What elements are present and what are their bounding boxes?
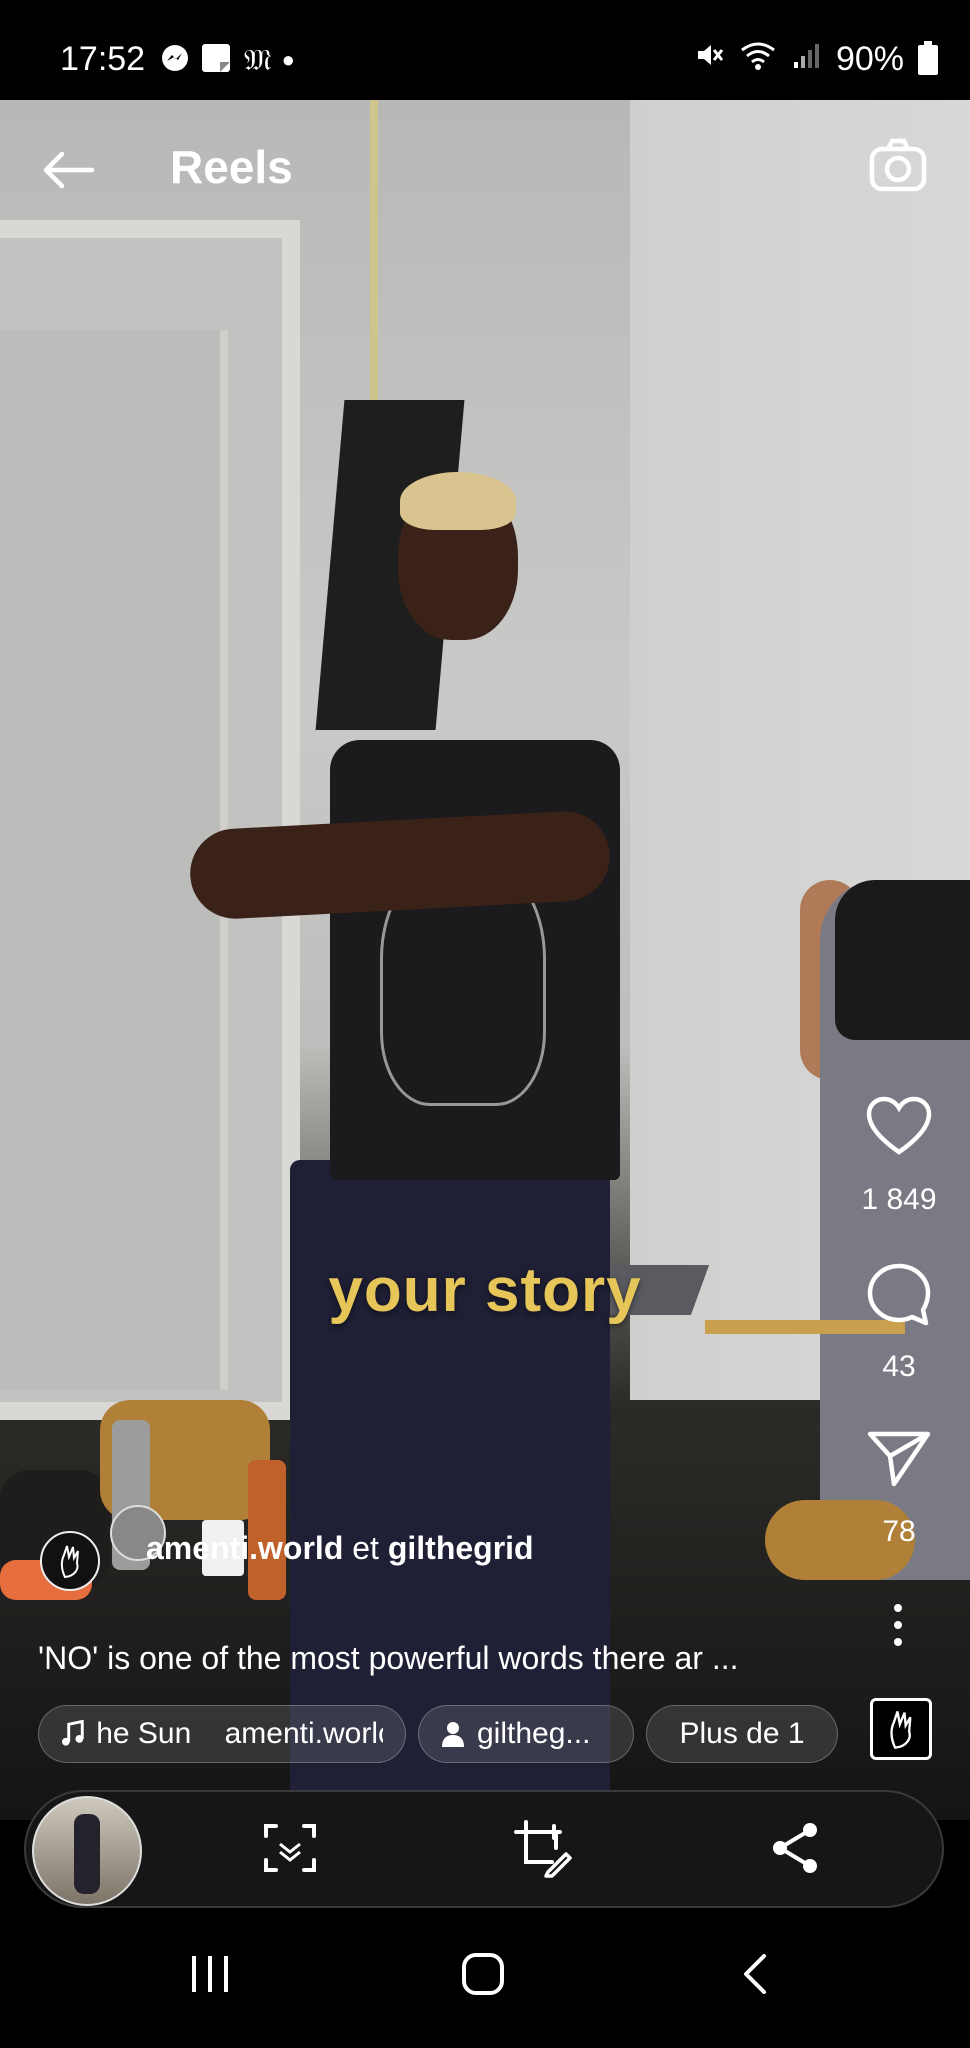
audio-chip-text: he Sun amenti.worlc <box>96 1717 383 1750</box>
video-caption: your story <box>328 1256 642 1325</box>
more-tags-chip[interactable]: Plus de 1 <box>646 1705 838 1763</box>
audio-sticker-button[interactable] <box>870 1698 932 1760</box>
battery-percent: 90% <box>835 40 904 78</box>
back-nav-button[interactable] <box>715 1944 795 2004</box>
chevron-left-icon <box>744 1954 766 1994</box>
dancer-hair <box>400 472 516 530</box>
share-icon <box>773 1823 817 1873</box>
audio-chip[interactable]: he Sun amenti.worlc <box>38 1705 406 1763</box>
share-out-button[interactable] <box>766 1818 826 1878</box>
author-avatars[interactable] <box>40 1505 166 1591</box>
author-name[interactable]: gilthegrid <box>388 1530 534 1566</box>
more-options-button[interactable] <box>883 1603 913 1647</box>
more-tags-text: Plus de 1 <box>679 1717 805 1750</box>
like-count: 1 849 <box>861 1183 937 1216</box>
home-button[interactable] <box>443 1944 523 2004</box>
comment-count: 43 <box>882 1350 916 1383</box>
like-button[interactable] <box>863 1096 935 1161</box>
tagged-user-text: giltheg... <box>477 1717 591 1750</box>
post-description[interactable]: 'NO' is one of the most powerful words t… <box>38 1640 838 1677</box>
status-notification-icons: 𝔐 ● <box>160 42 295 79</box>
remix-button[interactable] <box>512 1818 572 1878</box>
scan-button[interactable] <box>260 1818 320 1878</box>
hand-logo-icon <box>890 1711 912 1749</box>
status-system-icons: 90% <box>694 40 938 79</box>
recent-apps-button[interactable] <box>170 1944 250 2004</box>
crop-edit-icon <box>514 1820 572 1878</box>
tagged-user-chip[interactable]: giltheg... <box>418 1705 634 1763</box>
heart-icon <box>866 1096 932 1155</box>
post-authors[interactable]: amenti.world et gilthegrid <box>146 1530 534 1567</box>
dot-icon: ● <box>281 47 295 72</box>
system-nav-bar <box>0 1908 970 2048</box>
music-note-icon <box>61 1720 84 1746</box>
signal-icon <box>792 40 822 79</box>
recents-icon <box>192 1956 228 1992</box>
send-icon <box>867 1431 931 1487</box>
hand-logo-icon <box>60 1545 79 1579</box>
status-time: 17:52 <box>60 40 146 78</box>
user-icon <box>442 1722 464 1747</box>
author-name[interactable]: amenti.world <box>146 1530 343 1566</box>
mute-icon <box>694 40 724 79</box>
mail-m-icon: 𝔐 <box>244 42 272 78</box>
page-title: Reels <box>170 141 293 193</box>
share-button[interactable] <box>863 1428 935 1493</box>
messenger-icon <box>160 43 190 78</box>
more-vertical-icon <box>894 1604 902 1646</box>
reel-thumbnail[interactable] <box>32 1796 142 1906</box>
sticky-note-icon <box>200 42 234 79</box>
home-icon <box>462 1953 504 1995</box>
share-count: 78 <box>882 1515 916 1548</box>
wifi-icon <box>738 40 778 79</box>
person-right-top <box>835 880 970 1040</box>
scan-icon <box>264 1824 316 1872</box>
camera-icon <box>869 138 927 192</box>
camera-button[interactable] <box>868 135 928 195</box>
battery-icon <box>918 40 938 75</box>
avatar <box>40 1531 100 1591</box>
author-joiner: et <box>343 1530 388 1566</box>
comment-icon <box>867 1263 931 1326</box>
status-bar: 17:52 𝔐 ● 90% <box>0 0 970 100</box>
comment-button[interactable] <box>863 1262 935 1333</box>
chip-row: he Sun amenti.worlc giltheg... Plus de 1 <box>38 1705 838 1763</box>
back-button[interactable] <box>38 148 98 192</box>
arrow-left-icon <box>43 151 95 189</box>
